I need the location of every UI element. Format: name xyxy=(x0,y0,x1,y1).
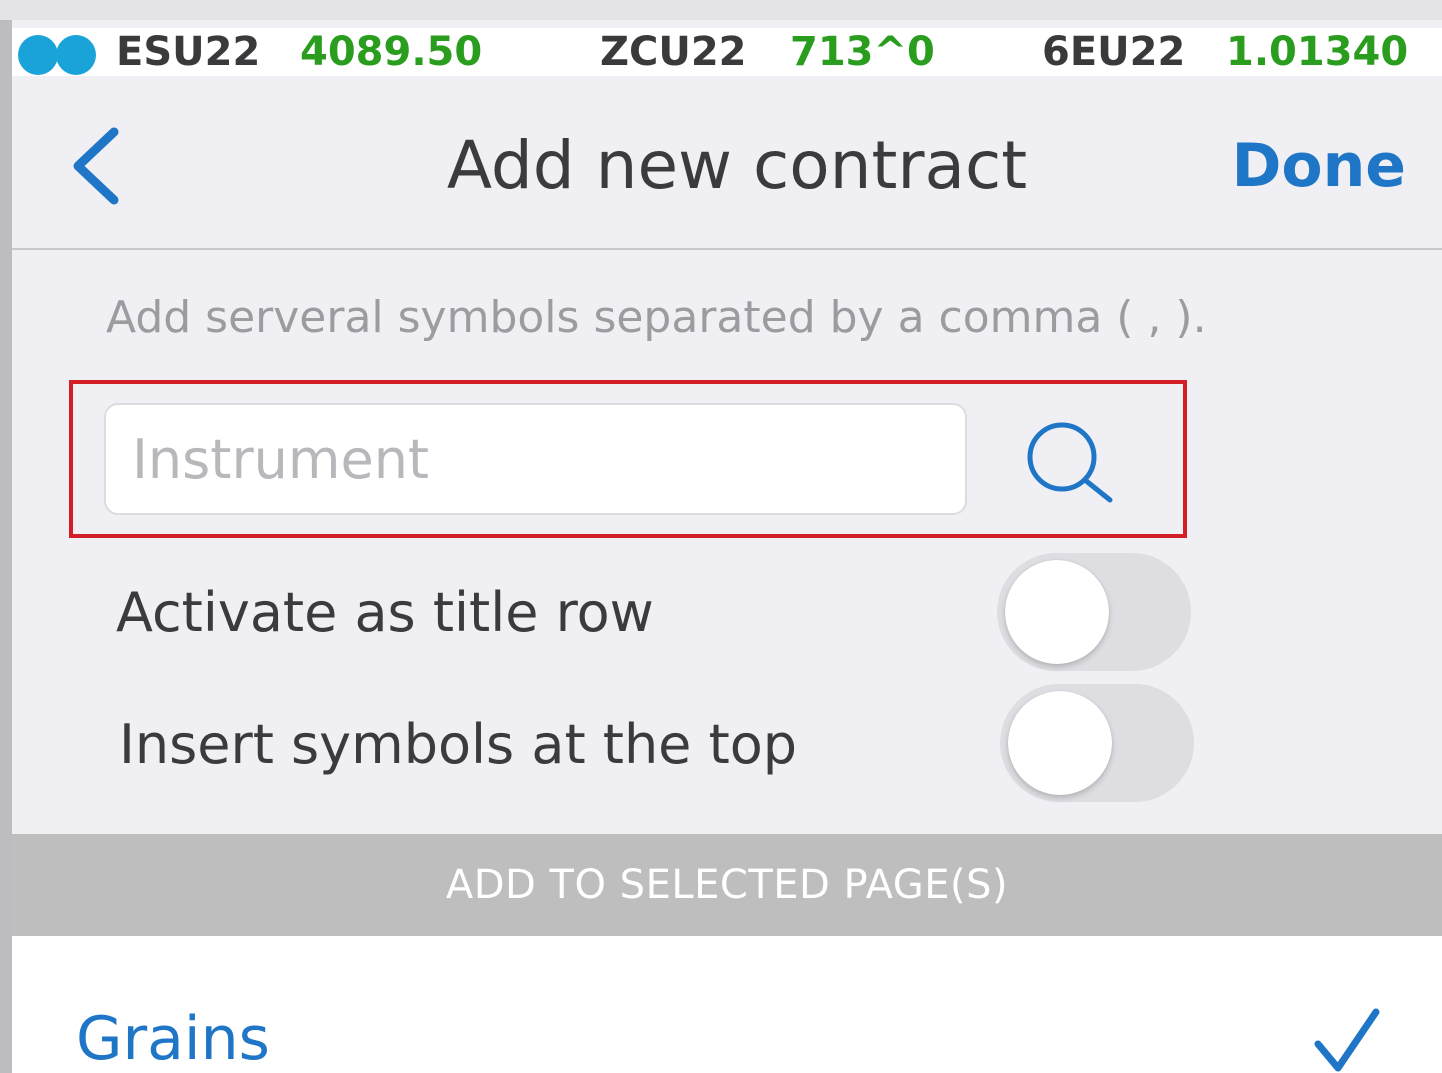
status-dot-icon xyxy=(56,35,96,75)
title-row-toggle[interactable] xyxy=(997,553,1191,671)
page-list-item[interactable]: Grains xyxy=(12,936,1442,1073)
search-icon[interactable] xyxy=(1024,420,1114,504)
checkmark-icon xyxy=(1314,1008,1380,1072)
app-screen: ESU22 4089.50 ZCU22 713^0 6EU22 1.01340 … xyxy=(12,20,1442,1073)
toggle-knob xyxy=(1008,691,1112,795)
ticker-symbol: ESU22 xyxy=(116,29,261,75)
page-name: Grains xyxy=(76,1004,270,1073)
ticker-value: 713^0 xyxy=(790,29,935,75)
ticker-symbol: ZCU22 xyxy=(600,29,747,75)
ticker-value: 4089.50 xyxy=(300,29,483,75)
insert-top-toggle[interactable] xyxy=(1000,684,1194,802)
navigation-bar: Add new contract Done xyxy=(12,76,1442,250)
toggle-knob xyxy=(1005,560,1109,664)
instrument-input[interactable] xyxy=(104,403,967,515)
ticker-symbol: 6EU22 xyxy=(1042,29,1186,75)
left-edge xyxy=(0,20,12,1073)
title-row-label: Activate as title row xyxy=(116,581,654,644)
ticker-bar: ESU22 4089.50 ZCU22 713^0 6EU22 1.01340 xyxy=(12,28,1442,76)
ticker-value: 1.01340 xyxy=(1226,29,1409,75)
done-button[interactable]: Done xyxy=(1232,126,1406,206)
insert-top-label: Insert symbols at the top xyxy=(119,713,798,776)
status-dot-icon xyxy=(18,35,58,75)
section-header: ADD TO SELECTED PAGE(S) xyxy=(12,834,1442,936)
top-edge xyxy=(0,0,1442,20)
page-title: Add new contract xyxy=(446,127,1028,204)
hint-text: Add serveral symbols separated by a comm… xyxy=(106,292,1207,343)
